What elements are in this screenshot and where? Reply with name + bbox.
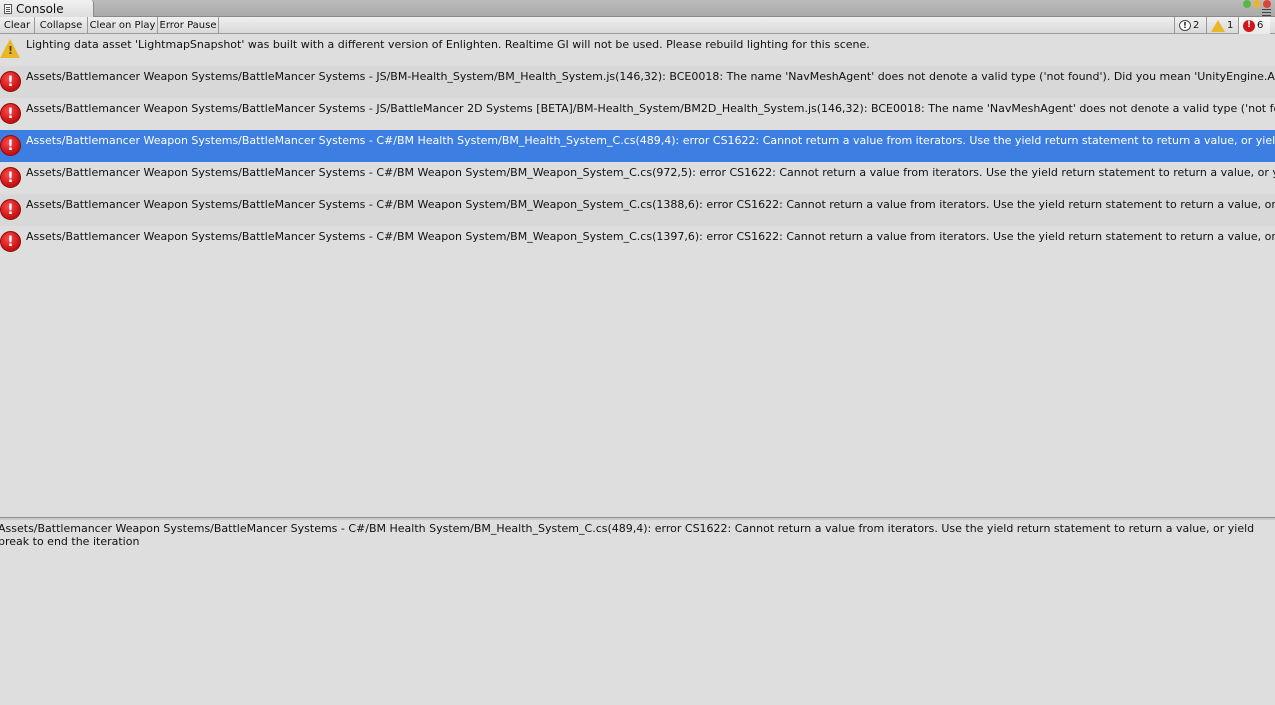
error-icon: ! xyxy=(0,199,21,220)
console-icon xyxy=(4,4,12,14)
info-icon: ! xyxy=(1179,20,1191,31)
console-window: Console Clear Collapse Clear on Play Err… xyxy=(0,0,1275,705)
warning-icon xyxy=(0,39,20,58)
log-message: Assets/Battlemancer Weapon Systems/Battl… xyxy=(26,70,1275,83)
log-row[interactable]: Lighting data asset 'LightmapSnapshot' w… xyxy=(0,34,1275,66)
warning-count: 1 xyxy=(1227,20,1234,31)
panel-menu-icon[interactable] xyxy=(1262,9,1271,16)
clear-button[interactable]: Clear xyxy=(0,17,35,34)
log-row[interactable]: ! Assets/Battlemancer Weapon Systems/Bat… xyxy=(0,194,1275,226)
close-button[interactable] xyxy=(1263,0,1271,8)
error-icon: ! xyxy=(1243,19,1255,32)
window-controls xyxy=(1243,0,1271,8)
log-list: Lighting data asset 'LightmapSnapshot' w… xyxy=(0,34,1275,517)
error-icon: ! xyxy=(0,103,21,124)
log-row[interactable]: ! Assets/Battlemancer Weapon Systems/Bat… xyxy=(0,226,1275,258)
log-row[interactable]: ! Assets/Battlemancer Weapon Systems/Bat… xyxy=(0,162,1275,194)
log-row[interactable]: ! Assets/Battlemancer Weapon Systems/Bat… xyxy=(0,66,1275,98)
log-count: 2 xyxy=(1193,20,1200,31)
error-icon: ! xyxy=(0,231,21,252)
log-filter-toggle[interactable]: ! 2 xyxy=(1174,17,1206,34)
minimize-button[interactable] xyxy=(1253,0,1261,8)
log-message: Assets/Battlemancer Weapon Systems/Battl… xyxy=(26,134,1275,147)
log-detail-text: Assets/Battlemancer Weapon Systems/Battl… xyxy=(0,522,1255,548)
collapse-toggle[interactable]: Collapse xyxy=(35,17,88,34)
tab-bar: Console xyxy=(0,0,1275,18)
maximize-button[interactable] xyxy=(1243,0,1251,8)
log-detail-pane: Assets/Battlemancer Weapon Systems/Battl… xyxy=(0,520,1275,705)
log-message: Assets/Battlemancer Weapon Systems/Battl… xyxy=(26,166,1275,179)
tab-console[interactable]: Console xyxy=(0,0,94,18)
log-row-selected[interactable]: ! Assets/Battlemancer Weapon Systems/Bat… xyxy=(0,130,1275,162)
log-row[interactable]: ! Assets/Battlemancer Weapon Systems/Bat… xyxy=(0,98,1275,130)
log-message: Assets/Battlemancer Weapon Systems/Battl… xyxy=(26,198,1275,211)
error-pause-toggle[interactable]: Error Pause xyxy=(158,17,219,34)
error-filter-toggle[interactable]: ! 6 xyxy=(1238,17,1270,34)
tab-label: Console xyxy=(16,2,64,16)
error-icon: ! xyxy=(0,167,21,188)
log-message: Assets/Battlemancer Weapon Systems/Battl… xyxy=(26,102,1275,115)
log-message: Assets/Battlemancer Weapon Systems/Battl… xyxy=(26,230,1275,243)
error-count: 6 xyxy=(1257,20,1264,31)
log-message: Lighting data asset 'LightmapSnapshot' w… xyxy=(26,38,870,51)
warning-filter-toggle[interactable]: 1 xyxy=(1206,17,1238,34)
error-icon: ! xyxy=(0,71,21,92)
console-toolbar: Clear Collapse Clear on Play Error Pause… xyxy=(0,17,1275,34)
error-icon: ! xyxy=(0,135,21,156)
clear-on-play-toggle[interactable]: Clear on Play xyxy=(88,17,158,34)
warning-icon xyxy=(1211,19,1225,32)
